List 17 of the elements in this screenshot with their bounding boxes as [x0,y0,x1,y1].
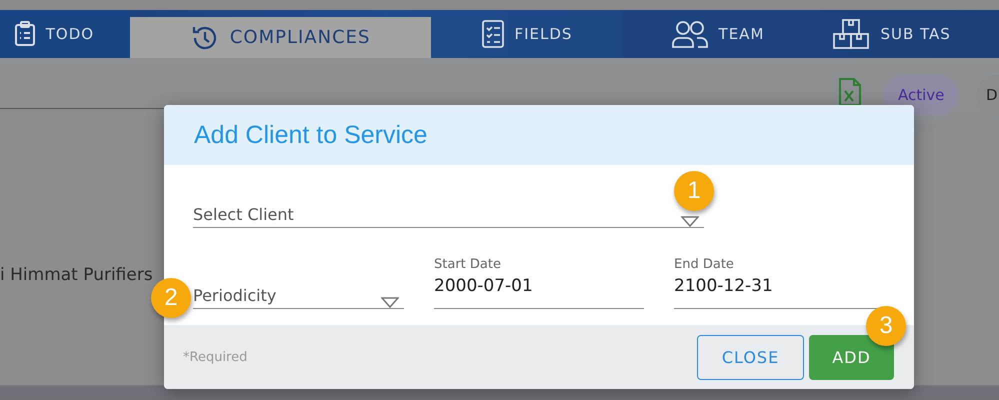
dialog-title: Add Client to Service [194,120,428,150]
boxes-icon [832,18,870,50]
dropdown-icon [381,297,399,308]
filter-chip[interactable]: D [976,75,999,115]
people-icon [670,20,709,48]
nav-tab[interactable]: COMPLIANCES [130,17,430,58]
clipboard-icon [14,21,36,47]
periodicity-select[interactable]: Periodicity [193,280,404,309]
nav-tab[interactable]: FIELDS [430,10,622,58]
nav-tab[interactable]: SUB TAS [812,10,999,58]
checklist-icon [480,19,504,49]
start-date-field[interactable]: Start Date 2000-07-01 [434,257,644,309]
spreadsheet-icon[interactable] [838,78,862,106]
client-name: i Himmat Purifiers [0,265,153,285]
dropdown-icon [681,216,699,227]
nav-tab[interactable]: TODO [0,10,130,58]
required-note: *Required [183,350,248,364]
